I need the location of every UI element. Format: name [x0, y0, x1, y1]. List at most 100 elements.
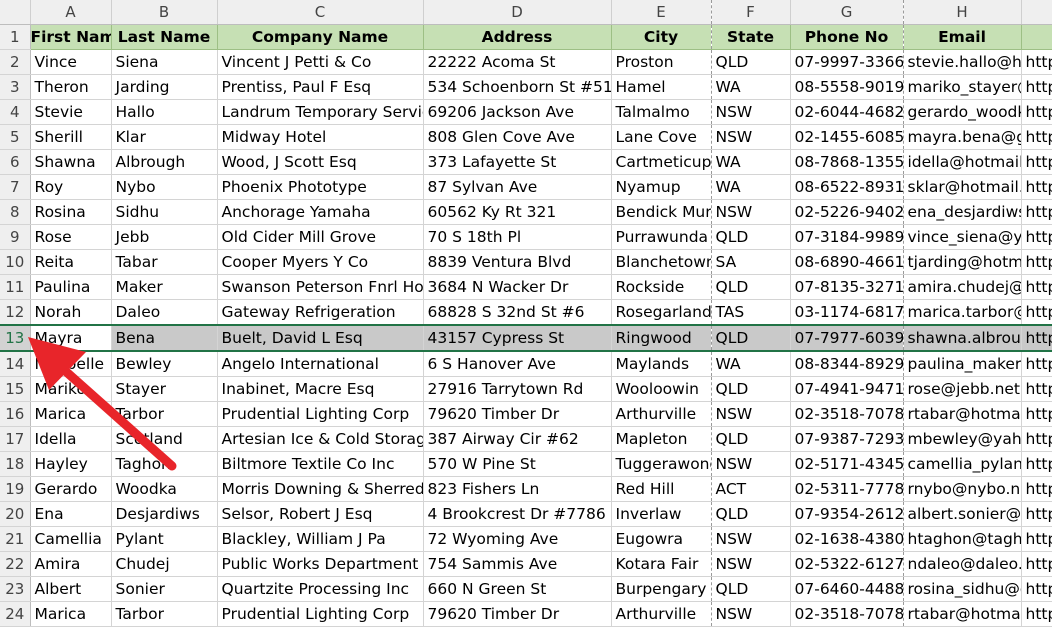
grid-cell[interactable]: ACT [711, 476, 791, 502]
column-header-f[interactable]: F [711, 0, 791, 25]
grid-cell[interactable]: 02-5226-9402 [790, 199, 904, 225]
grid-cell[interactable]: 08-8344-8929 [790, 351, 904, 377]
grid-cell[interactable]: Maker [111, 274, 218, 300]
grid-cell[interactable]: http [1021, 476, 1052, 502]
grid-cell[interactable]: http [1021, 124, 1052, 150]
column-header-extra[interactable] [1021, 0, 1052, 25]
grid-cell[interactable]: Vincent J Petti & Co [217, 49, 424, 75]
grid-cell[interactable]: albert.sonier@g [903, 501, 1022, 527]
row-header[interactable]: 10 [0, 249, 31, 275]
grid-cell[interactable]: Buelt, David L Esq [217, 324, 424, 352]
grid-cell[interactable]: Roy [30, 174, 112, 200]
grid-cell[interactable]: shawna.albroug [903, 324, 1022, 352]
grid-cell[interactable]: 08-7868-1355 [790, 149, 904, 175]
grid-cell[interactable]: 8839 Ventura Blvd [423, 249, 612, 275]
row-header[interactable]: 2 [0, 49, 31, 75]
grid-cell[interactable]: Shawna [30, 149, 112, 175]
row-header[interactable]: 4 [0, 99, 31, 125]
grid-cell[interactable]: Ringwood [611, 324, 712, 352]
grid-cell[interactable]: Camellia [30, 526, 112, 552]
grid-cell[interactable]: Kotara Fair [611, 551, 712, 577]
grid-cell[interactable]: Marica [30, 401, 112, 427]
grid-cell[interactable]: Selsor, Robert J Esq [217, 501, 424, 527]
grid-cell[interactable]: QLD [711, 224, 791, 250]
grid-cell[interactable]: Public Works Department [217, 551, 424, 577]
grid-cell[interactable]: http [1021, 501, 1052, 527]
column-header-a[interactable]: A [30, 0, 112, 25]
grid-cell[interactable]: Reita [30, 249, 112, 275]
grid-cell[interactable]: WA [711, 174, 791, 200]
grid-cell[interactable]: Rose [30, 224, 112, 250]
grid-cell[interactable]: Paulina [30, 274, 112, 300]
field-header-cell[interactable]: First Name [30, 24, 112, 50]
grid-cell[interactable]: 07-9354-2612 [790, 501, 904, 527]
row-header[interactable]: 1 [0, 24, 31, 50]
row-header[interactable]: 18 [0, 451, 31, 477]
grid-cell[interactable]: Albrough [111, 149, 218, 175]
grid-cell[interactable]: Landrum Temporary Services [217, 99, 424, 125]
grid-cell[interactable]: http [1021, 601, 1052, 627]
grid-cell[interactable]: 03-1174-6817 [790, 299, 904, 326]
grid-cell[interactable]: Tarbor [111, 601, 218, 627]
grid-cell[interactable]: ndaleo@daleo. [903, 551, 1022, 577]
row-header[interactable]: 20 [0, 501, 31, 527]
grid-cell[interactable]: WA [711, 149, 791, 175]
grid-cell[interactable]: sklar@hotmail.c [903, 174, 1022, 200]
grid-cell[interactable]: QLD [711, 501, 791, 527]
row-header[interactable]: 16 [0, 401, 31, 427]
row-header[interactable]: 3 [0, 74, 31, 100]
grid-cell[interactable]: Bewley [111, 351, 218, 377]
grid-cell[interactable]: http [1021, 199, 1052, 225]
grid-cell[interactable]: Hayley [30, 451, 112, 477]
grid-cell[interactable]: NSW [711, 551, 791, 577]
grid-cell[interactable]: Mariko [30, 376, 112, 402]
grid-cell[interactable]: Wooloowin [611, 376, 712, 402]
grid-cell[interactable]: Norah [30, 299, 112, 326]
grid-cell[interactable]: Albert [30, 576, 112, 602]
grid-cell[interactable]: Red Hill [611, 476, 712, 502]
grid-cell[interactable]: QLD [711, 49, 791, 75]
grid-cell[interactable]: http [1021, 249, 1052, 275]
grid-cell[interactable]: 3684 N Wacker Dr [423, 274, 612, 300]
grid-cell[interactable]: Biltmore Textile Co Inc [217, 451, 424, 477]
grid-cell[interactable]: NSW [711, 199, 791, 225]
grid-cell[interactable]: 22222 Acoma St [423, 49, 612, 75]
grid-cell[interactable]: 02-3518-7078 [790, 601, 904, 627]
grid-cell[interactable]: Jebb [111, 224, 218, 250]
grid-cell[interactable]: rtabar@hotmai [903, 401, 1022, 427]
grid-cell[interactable]: SA [711, 249, 791, 275]
grid-cell[interactable]: http [1021, 576, 1052, 602]
grid-cell[interactable]: http [1021, 426, 1052, 452]
grid-cell[interactable]: WA [711, 74, 791, 100]
row-header[interactable]: 11 [0, 274, 31, 300]
grid-cell[interactable]: 660 N Green St [423, 576, 612, 602]
grid-cell[interactable]: Taghon [111, 451, 218, 477]
grid-cell[interactable]: 72 Wyoming Ave [423, 526, 612, 552]
row-header[interactable]: 21 [0, 526, 31, 552]
field-header-cell[interactable]: Email [903, 24, 1022, 50]
grid-cell[interactable]: rtabar@hotmai [903, 601, 1022, 627]
row-header[interactable]: 24 [0, 601, 31, 627]
grid-cell[interactable]: Arthurville [611, 401, 712, 427]
grid-cell[interactable]: 570 W Pine St [423, 451, 612, 477]
grid-cell[interactable]: 79620 Timber Dr [423, 401, 612, 427]
grid-cell[interactable]: Hamel [611, 74, 712, 100]
grid-cell[interactable]: Blackley, William J Pa [217, 526, 424, 552]
grid-cell[interactable]: 823 Fishers Ln [423, 476, 612, 502]
row-header[interactable]: 5 [0, 124, 31, 150]
grid-cell[interactable]: http [1021, 274, 1052, 300]
grid-cell[interactable]: Rosina [30, 199, 112, 225]
row-header[interactable]: 13 [0, 324, 31, 352]
grid-cell[interactable]: Scotland [111, 426, 218, 452]
grid-cell[interactable]: NSW [711, 124, 791, 150]
grid-cell[interactable]: Angelo International [217, 351, 424, 377]
grid-cell[interactable]: 02-6044-4682 [790, 99, 904, 125]
grid-cell[interactable]: Anchorage Yamaha [217, 199, 424, 225]
grid-cell[interactable]: Wood, J Scott Esq [217, 149, 424, 175]
grid-cell[interactable]: Artesian Ice & Cold Storage Co [217, 426, 424, 452]
grid-cell[interactable]: http [1021, 49, 1052, 75]
grid-cell[interactable]: Eugowra [611, 526, 712, 552]
grid-cell[interactable]: Purrawunda [611, 224, 712, 250]
grid-cell[interactable]: Jarding [111, 74, 218, 100]
grid-cell[interactable]: Mayra [30, 324, 112, 352]
